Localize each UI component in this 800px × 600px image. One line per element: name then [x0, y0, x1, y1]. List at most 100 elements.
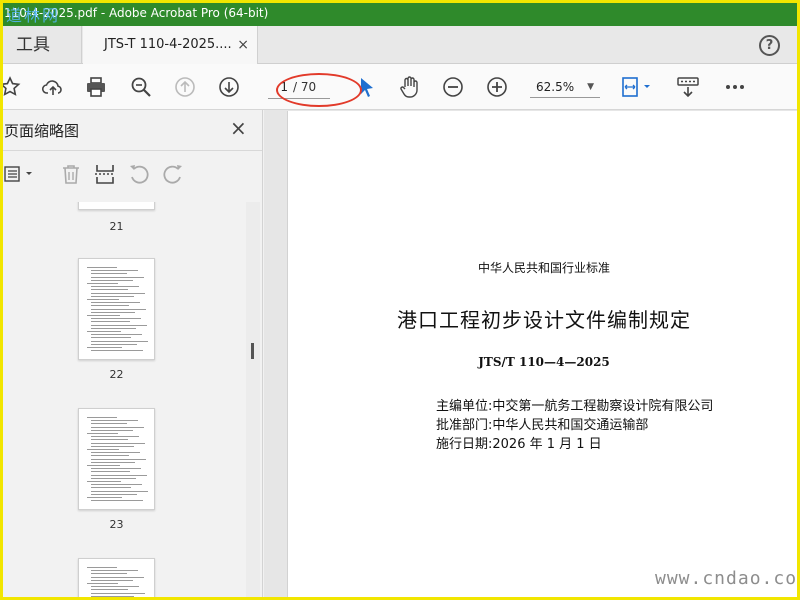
- highlight-ellipse-annotation: [276, 73, 362, 107]
- tab-document-label: JTS-T 110-4-2025....: [104, 37, 232, 52]
- page-thumbnail[interactable]: [78, 558, 155, 600]
- standard-code: JTS/T 110—4—2025: [478, 355, 610, 369]
- next-page-icon[interactable]: [217, 75, 241, 99]
- thumbnail-text-line: [91, 343, 137, 345]
- fit-page-icon[interactable]: [620, 75, 654, 99]
- thumbnail-text-line: [91, 589, 128, 591]
- thumbnail-text-line: [91, 286, 139, 288]
- thumbnail-text-line: [91, 273, 127, 275]
- thumbnail-page-number: 23: [109, 518, 124, 531]
- pdf-page: 中华人民共和国行业标准 港口工程初步设计文件编制规定 JTS/T 110—4—2…: [287, 111, 800, 600]
- zoom-out-icon[interactable]: [441, 75, 465, 99]
- tab-document[interactable]: JTS-T 110-4-2025.... ×: [83, 26, 258, 64]
- thumbnail-text-line: [87, 417, 117, 418]
- thumbnail-text-line: [91, 445, 134, 447]
- panel-divider: [0, 150, 262, 151]
- thumbnail-text-line: [91, 579, 133, 581]
- thumbnail-text-line: [91, 474, 147, 476]
- thumbnail-text-line: [91, 350, 143, 352]
- extract-page-icon[interactable]: [93, 162, 117, 186]
- thumbnail-text-line: [91, 576, 144, 578]
- print-icon[interactable]: [84, 75, 108, 99]
- thumbnail-text-line: [91, 302, 140, 304]
- thumbnail-text-line: [91, 595, 134, 597]
- thumbnail-text-line: [87, 481, 121, 482]
- thumbnail-text-line: [91, 493, 137, 495]
- chief-editor-line: 主编单位:中交第一航务工程勘察设计院有限公司: [436, 399, 714, 414]
- help-icon[interactable]: ?: [759, 35, 780, 56]
- thumbnail-text-line: [91, 318, 141, 320]
- thumbnail-text-line: [91, 471, 130, 473]
- thumbnail-text-line: [91, 337, 131, 339]
- thumbnail-text-line: [91, 289, 128, 291]
- thumbnail-text-line: [91, 276, 144, 278]
- thumbnail-text-line: [91, 426, 144, 428]
- thumbnail-text-line: [91, 334, 142, 336]
- tab-bar: 工具 JTS-T 110-4-2025.... × ?: [0, 26, 800, 64]
- rotate-right-icon[interactable]: [161, 162, 185, 186]
- thumbnail-text-line: [91, 484, 142, 486]
- rotate-left-icon[interactable]: [127, 162, 151, 186]
- star-icon[interactable]: [0, 75, 22, 99]
- thumbnail-text-line: [91, 423, 127, 425]
- thumbnail-text-line: [91, 311, 135, 313]
- thumbnail-text-line: [91, 270, 138, 272]
- tab-close-icon[interactable]: ×: [237, 26, 249, 64]
- thumbnail-text-line: [91, 452, 140, 454]
- thumbnail-text-line: [87, 449, 119, 450]
- thumbnail-text-line: [87, 299, 119, 300]
- thumbnails-panel: 页面缩略图 × 21 22 23: [0, 110, 263, 600]
- thumbnail-text-line: [91, 324, 147, 326]
- delete-page-icon[interactable]: [59, 162, 83, 186]
- thumbnail-text-line: [91, 321, 130, 323]
- approver-line: 批准部门:中华人民共和国交通运输部: [436, 418, 649, 433]
- thumbnail-text-line: [91, 455, 129, 457]
- thumbnail-text-line: [91, 340, 148, 342]
- previous-page-icon[interactable]: [173, 75, 197, 99]
- thumbnail-text-line: [87, 583, 118, 584]
- keyboard-scroll-icon[interactable]: [676, 75, 700, 99]
- zoom-search-icon[interactable]: [129, 75, 153, 99]
- thumbnail-text-line: [91, 477, 136, 479]
- chevron-down-icon: ▼: [587, 82, 594, 92]
- thumbnail-text-line: [91, 439, 128, 441]
- panel-title: 页面缩略图: [4, 122, 80, 140]
- thumbnail-text-line: [87, 347, 122, 348]
- thumbnail-list: 21 22 23: [0, 202, 246, 600]
- thumbnail-options-icon[interactable]: [2, 162, 36, 186]
- panel-scrollbar[interactable]: [246, 202, 260, 600]
- zoom-level-select[interactable]: 62.5% ▼: [530, 76, 600, 98]
- page-thumbnail[interactable]: [78, 408, 155, 510]
- watermark-bottom: www.cndao.com: [655, 568, 800, 589]
- thumbnail-text-line: [91, 295, 134, 297]
- page-thumbnail[interactable]: [78, 202, 155, 210]
- panel-close-icon[interactable]: ×: [230, 116, 247, 140]
- tab-tools[interactable]: 工具: [0, 26, 82, 64]
- thumbnail-text-line: [91, 461, 135, 463]
- thumbnail-text-line: [87, 331, 121, 332]
- thumbnail-text-line: [87, 433, 118, 434]
- window-title: 110-4-2025.pdf - Adobe Acrobat Pro (64-b…: [4, 6, 269, 20]
- thumbnail-text-line: [87, 567, 117, 568]
- document-title: 港口工程初步设计文件编制规定: [397, 308, 691, 332]
- thumbnail-text-line: [87, 315, 120, 316]
- page-thumbnail[interactable]: [78, 258, 155, 360]
- thumbnail-text-line: [87, 283, 118, 284]
- more-options-icon[interactable]: [723, 75, 747, 99]
- thumbnail-text-line: [91, 500, 143, 502]
- window-title-bar: 110-4-2025.pdf - Adobe Acrobat Pro (64-b…: [0, 0, 800, 26]
- thumbnail-text-line: [91, 308, 146, 310]
- thumbnail-text-line: [91, 573, 127, 575]
- hand-tool-icon[interactable]: [397, 75, 421, 99]
- thumbnail-text-line: [91, 436, 139, 438]
- thumbnail-text-line: [91, 327, 136, 329]
- main-toolbar: 1 / 70 62.5% ▼: [0, 64, 800, 110]
- zoom-level-value: 62.5%: [536, 80, 575, 94]
- cloud-upload-icon[interactable]: [41, 75, 65, 99]
- thumbnail-text-line: [91, 490, 148, 492]
- thumbnail-text-line: [91, 305, 129, 307]
- scrollbar-handle[interactable]: [251, 343, 254, 359]
- thumbnail-text-line: [91, 292, 145, 294]
- zoom-in-icon[interactable]: [485, 75, 509, 99]
- thumbnail-text-line: [91, 279, 133, 281]
